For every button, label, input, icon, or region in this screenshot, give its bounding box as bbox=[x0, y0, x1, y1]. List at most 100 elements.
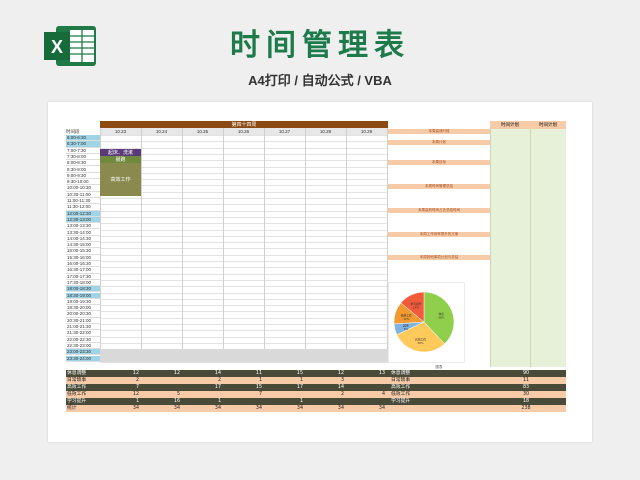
summary-cell: 34 bbox=[378, 406, 385, 411]
summary-row-label: 日常琐事 bbox=[67, 378, 87, 383]
task-focus-work: 高效工作 bbox=[100, 163, 141, 196]
grid-col-line bbox=[305, 128, 306, 362]
pie-slice-label: 38% bbox=[438, 316, 445, 320]
summary-cell: 7 bbox=[135, 385, 139, 390]
side-note-header: 本周高效时段 bbox=[388, 129, 490, 134]
grid-row-line bbox=[100, 153, 388, 155]
summary-cell: 4 bbox=[381, 392, 385, 397]
plan-column bbox=[490, 129, 530, 367]
summary-total: 90 bbox=[522, 371, 530, 376]
summary-row: 日常琐事 2 2 1 1 3 日常琐事 11 bbox=[66, 377, 566, 384]
summary-row-label: 高效工作 bbox=[67, 385, 87, 390]
summary-cell: 12 bbox=[132, 392, 139, 397]
summary-cell: 34 bbox=[337, 406, 344, 411]
summary-cell: 14 bbox=[337, 385, 344, 390]
date-header: 10.26 bbox=[223, 128, 264, 135]
grid-row-line bbox=[100, 305, 388, 307]
summary-row-label-2: 低效工作 bbox=[391, 392, 411, 397]
grid-row-line bbox=[100, 235, 388, 237]
date-header: 10.24 bbox=[141, 128, 182, 135]
pie-slice-label: 14% bbox=[413, 306, 420, 310]
pie-slice-label: 30% bbox=[417, 341, 424, 345]
grid-col-line bbox=[141, 128, 142, 362]
time-col-header: 时间段 bbox=[66, 129, 80, 134]
grid-row-line bbox=[100, 223, 388, 225]
summary-cell: 12 bbox=[132, 371, 139, 376]
grid-row-line bbox=[100, 292, 388, 294]
grid-row-line bbox=[100, 198, 388, 199]
grid-col-line bbox=[182, 128, 183, 362]
summary-row-label-2: 休息调整 bbox=[391, 371, 411, 376]
date-header: 10.27 bbox=[264, 128, 305, 135]
grid-row-line bbox=[100, 336, 388, 338]
chart-legend-label: 图表 bbox=[435, 365, 443, 369]
summary-total: 11 bbox=[522, 378, 530, 383]
grid-row-line bbox=[100, 248, 388, 250]
summary-cell: 17 bbox=[296, 385, 303, 390]
summary-cell: 16 bbox=[173, 399, 180, 404]
summary-row-label: 学习提升 bbox=[67, 399, 87, 404]
summary-cell: 11 bbox=[255, 371, 262, 376]
summary-cell: 15 bbox=[296, 371, 303, 376]
date-header: 10.28 bbox=[305, 128, 346, 135]
summary-cell: 34 bbox=[255, 406, 262, 411]
actual-column bbox=[530, 129, 566, 367]
summary-total: 238 bbox=[521, 406, 531, 411]
summary-cell: 1 bbox=[299, 399, 303, 404]
grid-col-line bbox=[264, 128, 265, 362]
grid-row-line bbox=[100, 279, 388, 281]
grid-row-line bbox=[100, 210, 388, 212]
summary-row-label-2: 高效工作 bbox=[391, 385, 411, 390]
summary-cell: 17 bbox=[214, 385, 221, 390]
side-note-header: 本周其他事项计划与总结 bbox=[388, 255, 490, 260]
task-run: 晨跑 bbox=[100, 156, 141, 163]
summary-row-label-2: 学习提升 bbox=[391, 399, 411, 404]
summary-total: 18 bbox=[522, 399, 530, 404]
grid-row-line bbox=[100, 361, 388, 363]
summary-cell: 15 bbox=[255, 385, 262, 390]
grid-row-line bbox=[100, 242, 388, 244]
pie-slice-label: 12% bbox=[403, 317, 410, 321]
spreadsheet-preview: 第四十四周 时间段 时间计划 时间计划 10.23 10.24 10.25 10.26… bbox=[48, 102, 592, 442]
grid-row-line bbox=[100, 298, 388, 300]
grid-row-line bbox=[100, 261, 388, 262]
plan-header: 时间计划 bbox=[490, 121, 530, 129]
summary-row: 休息调整 12 12 14 11 15 12 13 休息调整 90 bbox=[66, 370, 566, 377]
summary-row-label-2: 日常琐事 bbox=[391, 378, 411, 383]
summary-cell: 2 bbox=[135, 378, 139, 383]
summary-total: 83 bbox=[522, 385, 530, 390]
grid-col-line bbox=[223, 128, 224, 362]
pie-slice-label: 6% bbox=[404, 327, 409, 331]
summary-cell: 5 bbox=[176, 392, 180, 397]
summary-total: 30 bbox=[522, 392, 530, 397]
summary-cell: 3 bbox=[340, 378, 344, 383]
date-header: 10.23 bbox=[100, 128, 141, 135]
grid-row-line bbox=[100, 311, 388, 313]
summary-cell: 34 bbox=[214, 406, 221, 411]
side-note-header: 本周计划 bbox=[388, 140, 490, 145]
summary-cell: 7 bbox=[258, 392, 262, 397]
summary-row: 学习提升 1 16 1 1 学习提升 18 bbox=[66, 398, 566, 405]
grid-row-line bbox=[100, 342, 388, 344]
grid-row-line bbox=[100, 147, 388, 149]
summary-row: 统计 34 34 34 34 34 34 34 238 bbox=[66, 405, 566, 412]
summary-row-label: 低效工作 bbox=[67, 392, 87, 397]
grid-row-line bbox=[100, 286, 388, 288]
summary-row: 低效工作 12 5 7 2 4 低效工作 30 bbox=[66, 391, 566, 398]
grid-row-line bbox=[100, 172, 388, 174]
task-wakeup: 起床、洗漱 bbox=[100, 149, 141, 156]
grid-row-line bbox=[100, 135, 388, 136]
grid-row-line bbox=[100, 185, 388, 187]
summary-cell: 34 bbox=[173, 406, 180, 411]
grid-row-line bbox=[100, 191, 388, 193]
summary-cell: 1 bbox=[217, 399, 221, 404]
summary-cell: 13 bbox=[378, 371, 385, 376]
page-title: 时间管理表 bbox=[230, 28, 410, 63]
summary-row: 高效工作 7 17 15 17 14 高效工作 83 bbox=[66, 384, 566, 391]
actual-header: 时间计划 bbox=[530, 121, 566, 129]
grid-row-line bbox=[100, 166, 388, 168]
side-note-header: 本周时间管理总结 bbox=[388, 184, 490, 189]
grid-row-line bbox=[100, 229, 388, 231]
grid-row-line bbox=[100, 216, 388, 218]
grid-row-line bbox=[100, 179, 388, 181]
